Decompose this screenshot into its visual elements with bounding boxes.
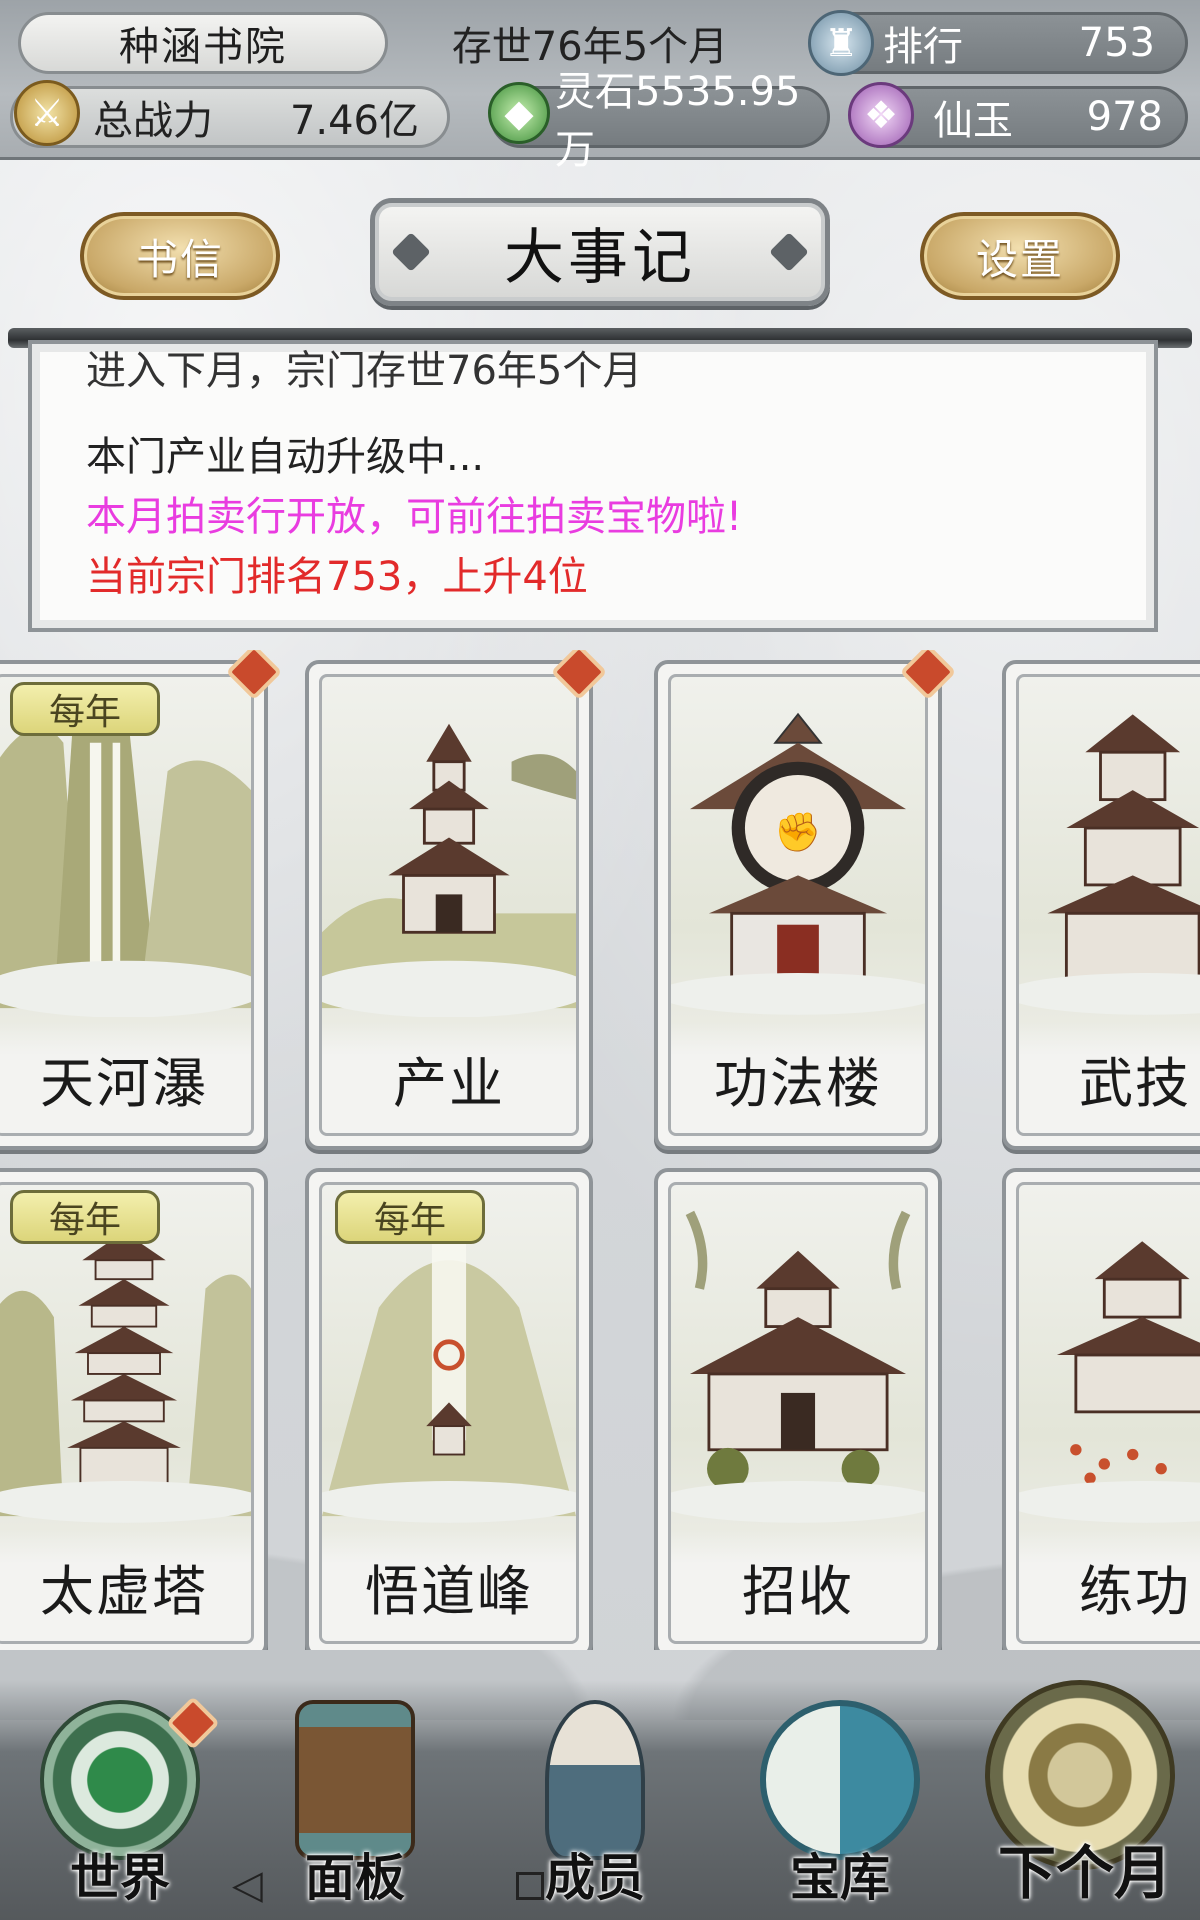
event-log[interactable]: 进入下月，宗门存世76年5个月 本门产业自动升级中... 本月拍卖行开放，可前往…: [28, 340, 1158, 632]
status-bar: 种涵书院 存世76年5个月 排行 753 ♜ 总战力 7.46亿 ⚔ 灵石553…: [0, 0, 1200, 173]
spirit-stone-icon: ◆: [488, 82, 550, 144]
log-line: 本门产业自动升级中...: [86, 434, 485, 480]
nav-label: 宝库: [790, 1849, 890, 1907]
recruit-hall-scene: [671, 1210, 925, 1523]
nav-label: 面板: [305, 1849, 405, 1907]
nav-label: 世界: [70, 1849, 170, 1907]
yearly-badge: 每年: [335, 1190, 485, 1244]
letter-button[interactable]: 书信: [80, 212, 280, 300]
scroll-icon: [295, 1700, 415, 1860]
power-value: 7.46亿: [289, 98, 419, 144]
building-card-recruit[interactable]: 招收: [654, 1168, 942, 1650]
card-label: 悟道峰: [322, 1531, 576, 1641]
card-label: 太虚塔: [0, 1531, 251, 1641]
power-label: 总战力: [93, 98, 213, 144]
building-card-practice[interactable]: 练功: [1002, 1168, 1200, 1650]
building-card-technique-hall[interactable]: ✊ 功法楼: [654, 650, 957, 1150]
jade-icon: ❖: [848, 82, 914, 148]
nav-panel[interactable]: 面板: [255, 1700, 455, 1910]
building-card-martial-skill[interactable]: 武技: [1002, 660, 1200, 1150]
system-back-icon[interactable]: ◁: [232, 1862, 263, 1908]
spirit-stone-value: 灵石5535.95万: [555, 69, 801, 173]
yearly-badge: 每年: [10, 1190, 160, 1244]
building-card-tianhepu[interactable]: 天河瀑 每年: [0, 650, 283, 1150]
page-title: 大事记: [370, 198, 830, 306]
log-line: 当前宗门排名753，上升4位: [86, 554, 588, 600]
building-card-taixu-tower[interactable]: 太虚塔 每年: [0, 1168, 268, 1650]
jade-value: 978: [1086, 94, 1163, 140]
rank-label: 排行: [883, 24, 963, 70]
jade-label: 仙玉: [933, 98, 1013, 144]
rank-tower-icon: ♜: [808, 10, 874, 76]
practice-hall-scene: [1019, 1241, 1200, 1523]
sword-icon: ⚔: [14, 80, 80, 146]
member-icon: [545, 1700, 645, 1860]
building-card-wudao-peak[interactable]: 悟道峰 每年: [305, 1168, 593, 1650]
ornament-icon: [769, 232, 809, 272]
building-grid: 天河瀑 每年 产业 ✊ 功法楼 武技 太虚塔 每年 悟道峰 每年 招收 练功: [0, 650, 1200, 1650]
rank-value: 753: [1078, 20, 1155, 66]
yearly-badge: 每年: [10, 682, 160, 736]
nav-label: 下个月: [997, 1839, 1172, 1907]
building-card-industry[interactable]: 产业: [305, 650, 608, 1150]
yin-yang-icon: [760, 1700, 920, 1860]
card-label: 天河瀑: [0, 1023, 251, 1133]
sect-name[interactable]: 种涵书院: [18, 12, 388, 74]
card-label: 招收: [671, 1531, 925, 1641]
settings-button[interactable]: 设置: [920, 212, 1120, 300]
svg-text:✊: ✊: [774, 810, 821, 855]
nav-world[interactable]: 世界: [20, 1696, 220, 1910]
card-label: 产业: [322, 1023, 576, 1133]
technique-hall-scene: ✊: [671, 712, 925, 1015]
log-line: 进入下月，宗门存世76年5个月: [86, 348, 643, 394]
next-month-button[interactable]: 下个月: [975, 1680, 1195, 1910]
card-label: 功法楼: [671, 1023, 925, 1133]
martial-tower-scene: [1019, 714, 1200, 1015]
ornament-icon: [391, 232, 431, 272]
log-line: 本月拍卖行开放，可前往拍卖宝物啦!: [86, 494, 743, 540]
system-home-icon[interactable]: [516, 1872, 544, 1900]
nav-treasury[interactable]: 宝库: [740, 1700, 940, 1910]
card-label: 武技: [1019, 1023, 1200, 1133]
card-label: 练功: [1019, 1531, 1200, 1641]
pagoda-scene: [322, 723, 576, 1017]
